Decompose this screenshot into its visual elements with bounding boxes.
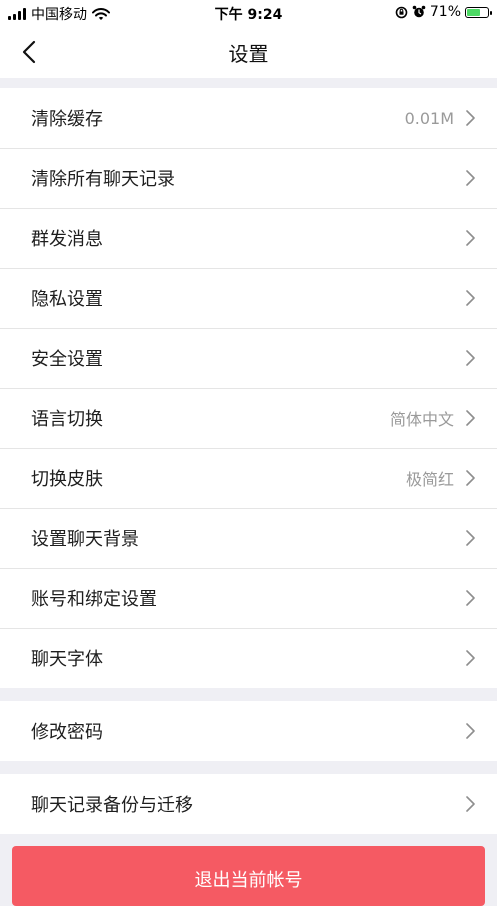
settings-row-label: 语言切换 [31,409,103,430]
settings-row-label: 清除缓存 [31,109,103,130]
settings-row[interactable]: 隐私设置 [0,268,497,328]
settings-row[interactable]: 清除缓存 0.01M [0,88,497,148]
settings-row-label: 隐私设置 [31,289,103,310]
chevron-right-icon [466,590,475,606]
settings-row-value: 0.01M [404,108,454,128]
battery-percent: 71% [429,4,461,20]
settings-row[interactable]: 账号和绑定设置 [0,568,497,628]
chevron-right-icon [466,796,475,812]
settings-row-label: 修改密码 [31,722,103,743]
settings-row-label: 设置聊天背景 [31,529,139,550]
settings-row-label: 切换皮肤 [31,469,103,490]
alarm-icon [412,5,426,18]
settings-row[interactable]: 修改密码 [0,701,497,761]
battery-icon [465,6,492,18]
settings-row-label: 聊天记录备份与迁移 [31,795,193,816]
chevron-right-icon [466,290,475,306]
chevron-right-icon [466,530,475,546]
chevron-right-icon [466,723,475,739]
chevron-right-icon [466,410,475,426]
settings-group-backup: 聊天记录备份与迁移 [0,774,497,834]
chevron-right-icon [466,230,475,246]
rotation-lock-icon [395,6,408,18]
nav-bar: 设置 [0,25,497,78]
settings-row[interactable]: 语言切换 简体中文 [0,388,497,448]
settings-row-value: 简体中文 [389,410,454,429]
chevron-right-icon [466,350,475,366]
settings-group-main: 清除缓存 0.01M 清除所有聊天记录 群发消息隐私设置安全设置语言切换 简体中文切换皮… [0,88,497,688]
settings-group-password: 修改密码 [0,701,497,761]
settings-row-label: 账号和绑定设置 [31,589,157,610]
page-title: 设置 [228,42,269,66]
settings-row-value: 极简红 [405,470,454,489]
settings-row[interactable]: 清除所有聊天记录 [0,148,497,208]
battery-level [467,8,481,16]
settings-row[interactable]: 聊天记录备份与迁移 [0,774,497,834]
status-right: 71% [395,4,492,20]
status-bar: 中国移动 下午 9:24 71% [0,0,497,25]
settings-row[interactable]: 聊天字体 [0,628,497,688]
settings-row[interactable]: 设置聊天背景 [0,508,497,568]
logout-button[interactable]: 退出当前帐号 [12,846,485,906]
settings-row[interactable]: 群发消息 [0,208,497,268]
settings-row-label: 聊天字体 [31,649,103,670]
settings-row[interactable]: 切换皮肤 极简红 [0,448,497,508]
settings-row[interactable]: 安全设置 [0,328,497,388]
chevron-right-icon [466,650,475,666]
chevron-right-icon [466,470,475,486]
settings-row-label: 群发消息 [31,229,103,250]
chevron-right-icon [466,170,475,186]
chevron-right-icon [466,110,475,126]
settings-row-label: 清除所有聊天记录 [31,169,175,190]
settings-row-label: 安全设置 [31,349,103,370]
